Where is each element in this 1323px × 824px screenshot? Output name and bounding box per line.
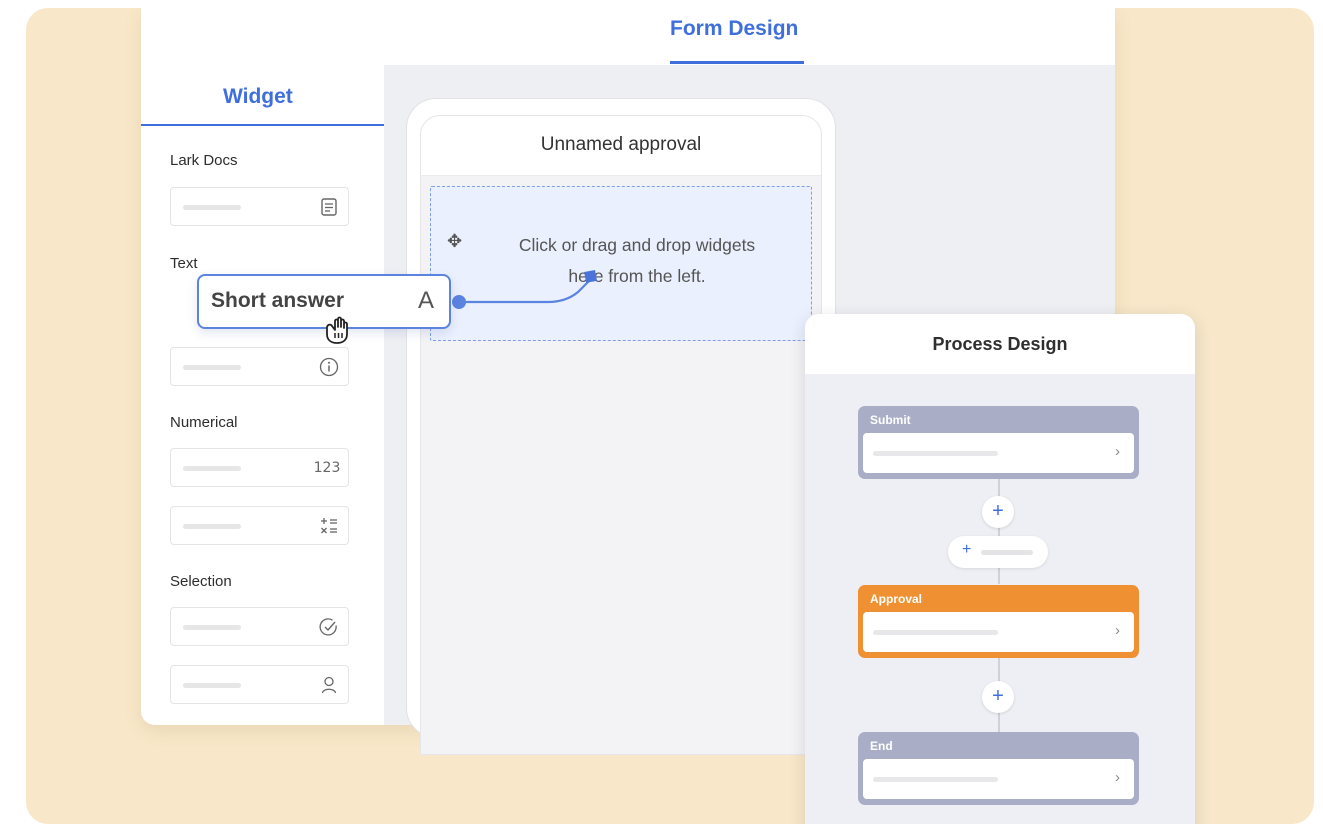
- chevron-right-icon: ›: [1115, 443, 1120, 460]
- placeholder-bar: [873, 630, 998, 635]
- illustration-background: Form Design Widget Lark Docs Text Numeri…: [26, 8, 1314, 824]
- placeholder-bar: [873, 451, 998, 456]
- node-title: End: [870, 739, 893, 753]
- process-node-end[interactable]: End ›: [858, 732, 1139, 805]
- chevron-right-icon: ›: [1115, 622, 1120, 639]
- short-answer-label: Short answer: [211, 289, 345, 312]
- process-design-title: Process Design: [805, 314, 1195, 374]
- process-node-submit[interactable]: Submit ›: [858, 406, 1139, 479]
- add-node-button[interactable]: +: [982, 496, 1014, 528]
- placeholder-bar: [873, 777, 998, 782]
- process-design-panel: Process Design Submit › + + Approval › +…: [805, 314, 1195, 824]
- plus-icon: +: [962, 541, 972, 558]
- node-body: ›: [863, 433, 1134, 473]
- chevron-right-icon: ›: [1115, 769, 1120, 786]
- node-title: Submit: [870, 413, 911, 427]
- placeholder-bar: [981, 550, 1033, 555]
- flow-connector: [998, 479, 1000, 584]
- add-branch-pill[interactable]: +: [948, 536, 1048, 568]
- text-type-icon: A: [417, 287, 434, 314]
- node-title: Approval: [870, 592, 923, 606]
- node-body: ›: [863, 759, 1134, 799]
- node-body: ›: [863, 612, 1134, 652]
- add-node-button[interactable]: +: [982, 681, 1014, 713]
- hand-grab-icon: [320, 312, 354, 354]
- process-node-approval[interactable]: Approval ›: [858, 585, 1139, 658]
